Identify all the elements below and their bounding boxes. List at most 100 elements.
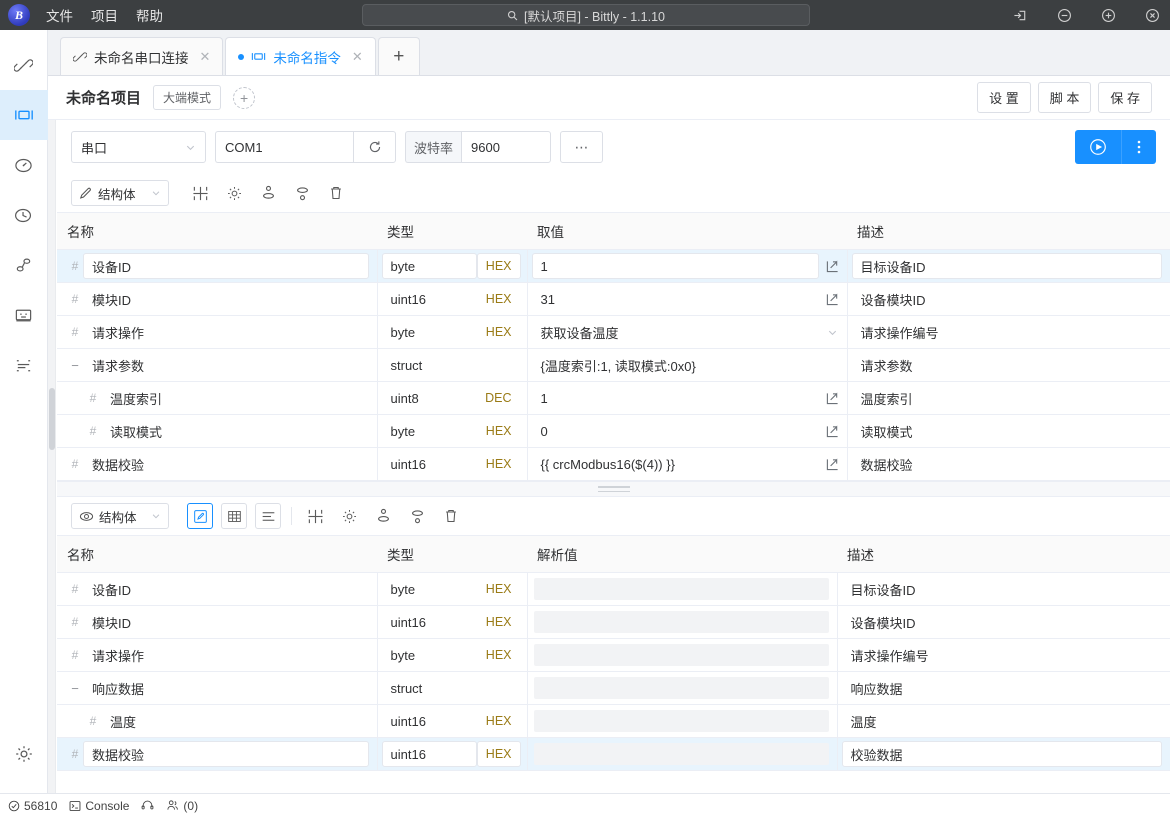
table-row[interactable]: − 请求参数 struct {温度索引:1, 读取模式:0x0} 请求参数 [57, 348, 1170, 382]
cell-desc[interactable]: 目标设备ID [836, 572, 1170, 606]
cell-name[interactable]: # 设备ID [57, 572, 377, 606]
add-directive-button[interactable]: + [233, 86, 256, 109]
trash-icon[interactable] [323, 180, 349, 206]
field-endian-select[interactable]: HEX [477, 418, 521, 444]
field-endian-select[interactable]: HEX [476, 253, 521, 279]
menu-project[interactable]: 项目 [91, 5, 118, 25]
save-button[interactable]: 保 存 [1098, 82, 1152, 113]
cell-name[interactable]: # 设备ID [57, 249, 377, 283]
field-type-select[interactable]: uint16 [382, 286, 477, 312]
sidebar-item-logs[interactable] [0, 340, 48, 390]
cell-name[interactable]: # 温度索引 [57, 381, 377, 415]
cell-type[interactable]: byte HEX [376, 249, 527, 283]
cell-type[interactable]: uint16 HEX [376, 282, 527, 316]
field-type-select[interactable]: uint16 [382, 708, 477, 734]
field-type-select[interactable]: struct [382, 675, 503, 701]
field-name-input[interactable]: 数据校验 [83, 451, 369, 477]
sidebar-item-panel[interactable] [0, 290, 48, 340]
expand-editor-icon[interactable] [819, 425, 847, 438]
cell-type[interactable]: uint16 HEX [376, 704, 527, 738]
field-name-input[interactable]: 响应数据 [83, 675, 369, 701]
field-type-select[interactable]: uint16 [382, 609, 477, 635]
menu-file[interactable]: 文件 [46, 5, 73, 25]
cell-type[interactable]: byte HEX [376, 414, 527, 448]
field-value-input[interactable]: 1 [532, 385, 819, 411]
field-desc-input[interactable]: 目标设备ID [842, 576, 1163, 602]
field-endian-select[interactable]: HEX [477, 576, 521, 602]
gear-icon[interactable] [221, 180, 247, 206]
table-row[interactable]: # 温度 uint16 HEX 温度 [57, 704, 1170, 738]
field-endian-select[interactable]: HEX [477, 451, 521, 477]
cell-type[interactable]: byte HEX [376, 572, 527, 606]
table-row[interactable]: # 模块ID uint16 HEX 31 设备模块ID [57, 282, 1170, 316]
sidebar-item-settings[interactable] [0, 729, 48, 779]
table-row[interactable]: # 数据校验 uint16 HEX {{ crcModbus16($(4)) }… [57, 447, 1170, 481]
cell-name[interactable]: # 数据校验 [57, 447, 377, 481]
cell-name[interactable]: # 请求操作 [57, 315, 377, 349]
field-name-input[interactable]: 读取模式 [101, 418, 369, 444]
field-type-select[interactable]: byte [382, 642, 477, 668]
expand-editor-icon[interactable] [819, 392, 847, 405]
status-support-item[interactable] [141, 799, 154, 812]
send-button[interactable] [1075, 130, 1121, 164]
cell-value[interactable]: 1 [526, 381, 847, 415]
cell-desc[interactable]: 读取模式 [846, 414, 1170, 448]
table-row[interactable]: # 设备ID byte HEX 目标设备ID [57, 572, 1170, 606]
panel-splitter[interactable] [57, 481, 1170, 497]
field-endian-select[interactable]: HEX [476, 741, 521, 767]
cell-type[interactable]: uint16 HEX [376, 605, 527, 639]
table-row[interactable]: # 读取模式 byte HEX 0 读取模式 [57, 414, 1170, 448]
move-down-icon[interactable] [289, 180, 315, 206]
move-up-icon[interactable] [370, 503, 396, 529]
field-endian-select[interactable]: DEC [476, 385, 520, 411]
cell-desc[interactable]: 响应数据 [836, 671, 1170, 705]
field-name-input[interactable]: 设备ID [83, 253, 369, 279]
port-input[interactable] [215, 131, 353, 163]
field-value-input[interactable]: 31 [532, 286, 819, 312]
field-desc-input[interactable]: 设备模块ID [852, 286, 1163, 312]
menu-help[interactable]: 帮助 [136, 5, 163, 25]
sidebar-item-history[interactable] [0, 190, 48, 240]
response-format-select[interactable]: 结构体 [71, 503, 169, 529]
content-scrollbar[interactable] [48, 120, 56, 793]
status-console-item[interactable]: Console [69, 799, 129, 813]
field-endian-select[interactable]: HEX [477, 642, 521, 668]
connection-more-button[interactable]: ⋯ [560, 131, 604, 163]
status-port-item[interactable]: 56810 [8, 799, 57, 813]
field-desc-input[interactable]: 请求操作编号 [852, 319, 1163, 345]
collapse-toggle-icon[interactable]: − [67, 358, 83, 373]
tab-close-icon[interactable]: ✕ [352, 49, 363, 65]
field-desc-input[interactable]: 目标设备ID [851, 253, 1162, 279]
cell-desc[interactable]: 设备模块ID [836, 605, 1170, 639]
cell-type[interactable]: uint16 HEX [376, 447, 527, 481]
expand-columns-icon[interactable] [187, 180, 213, 206]
cell-type[interactable]: struct [376, 348, 527, 382]
cell-desc[interactable]: 数据校验 [846, 447, 1170, 481]
pin-icon[interactable] [1012, 7, 1028, 23]
cell-desc[interactable]: 目标设备ID [846, 249, 1170, 283]
field-desc-input[interactable]: 校验数据 [841, 741, 1162, 767]
field-value-select[interactable]: 获取设备温度 [532, 319, 819, 345]
field-desc-input[interactable]: 数据校验 [852, 451, 1163, 477]
script-button[interactable]: 脚 本 [1037, 82, 1092, 113]
cell-name[interactable]: # 请求操作 [57, 638, 377, 672]
sidebar-item-directives[interactable] [0, 90, 48, 140]
cell-desc[interactable]: 温度索引 [846, 381, 1170, 415]
field-name-input[interactable]: 模块ID [83, 286, 369, 312]
table-row[interactable]: − 响应数据 struct 响应数据 [57, 671, 1170, 705]
cell-value[interactable]: 获取设备温度 [526, 315, 847, 349]
field-desc-input[interactable]: 设备模块ID [842, 609, 1163, 635]
cell-name[interactable]: # 数据校验 [57, 737, 377, 771]
cell-desc[interactable]: 请求操作编号 [846, 315, 1170, 349]
cell-value[interactable]: 1 [526, 249, 847, 283]
send-options-button[interactable] [1121, 130, 1156, 164]
tab-add-button[interactable]: + [377, 37, 420, 75]
table-row[interactable]: # 模块ID uint16 HEX 设备模块ID [57, 605, 1170, 639]
field-type-select[interactable]: byte [382, 576, 477, 602]
field-name-input[interactable]: 数据校验 [83, 741, 369, 767]
field-type-select[interactable]: struct [382, 352, 503, 378]
collapse-toggle-icon[interactable]: − [67, 681, 83, 696]
close-icon[interactable] [1144, 7, 1160, 23]
field-endian-select[interactable]: HEX [477, 286, 521, 312]
table-row[interactable]: # 温度索引 uint8 DEC 1 温度索引 [57, 381, 1170, 415]
